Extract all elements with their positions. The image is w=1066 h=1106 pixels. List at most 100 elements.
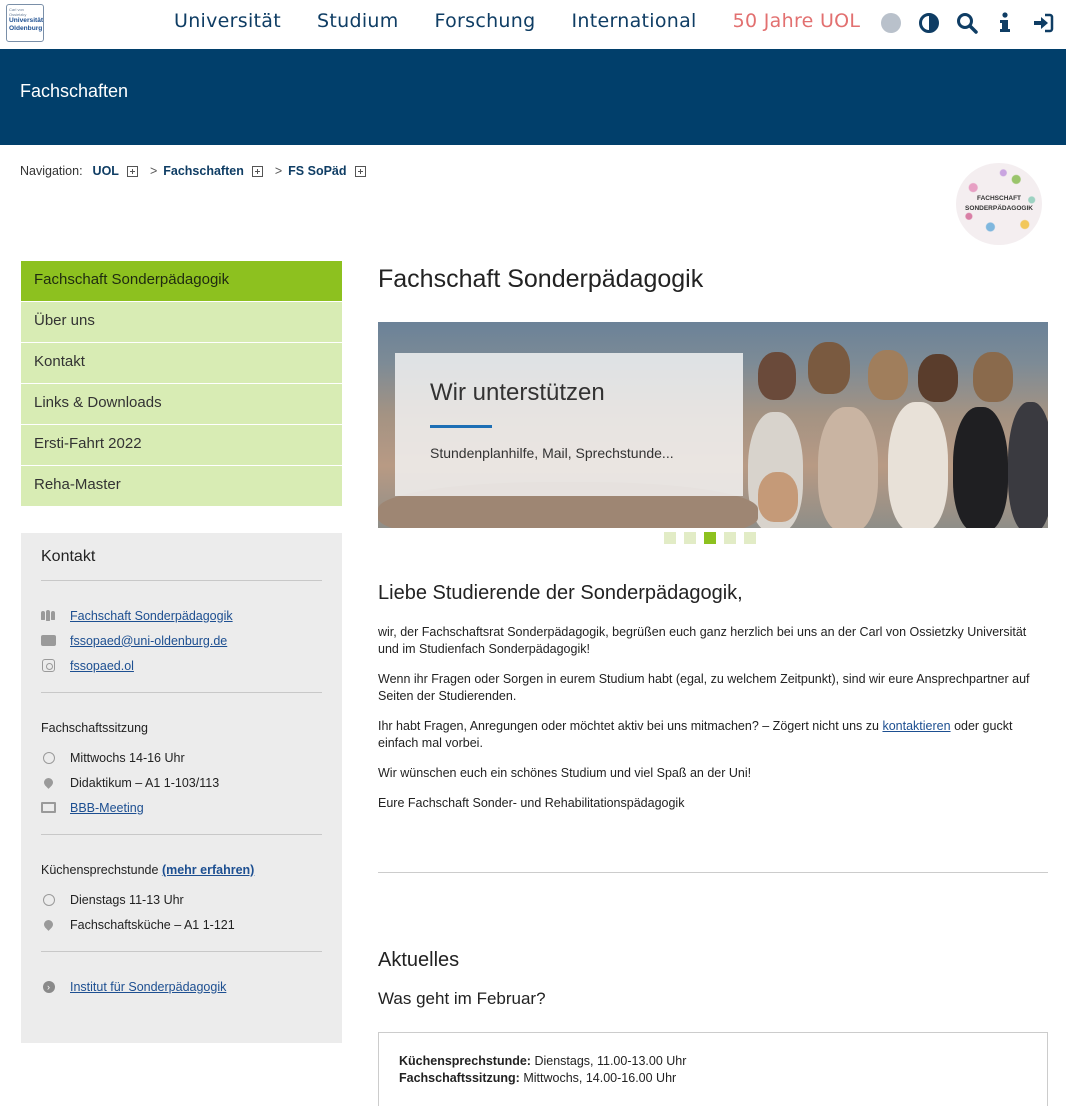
slider-dot[interactable] xyxy=(684,532,696,544)
slider-dot[interactable] xyxy=(724,532,736,544)
contact-box: Kontakt Fachschaft Sonderpädagogik fssop… xyxy=(21,533,342,1043)
slider-photo-shape xyxy=(868,350,908,400)
clock-icon xyxy=(41,751,56,764)
expand-icon[interactable] xyxy=(251,165,263,177)
intro-paragraph: wir, der Fachschaftsrat Sonderpädagogik,… xyxy=(378,625,1027,656)
slide-title: Wir unterstützen xyxy=(430,379,605,406)
sitzung-title: Fachschaftssitzung xyxy=(41,721,148,735)
divider xyxy=(41,580,322,581)
slider-photo-shape xyxy=(758,352,796,400)
nav-universitaet[interactable]: Universität xyxy=(174,10,281,32)
contact-row: fssopaed@uni-oldenburg.de xyxy=(41,628,322,653)
sidebar-item-ersti-fahrt[interactable]: Ersti-Fahrt 2022 xyxy=(21,425,342,465)
nav-studium[interactable]: Studium xyxy=(317,10,399,32)
slide-underline xyxy=(430,425,492,428)
divider xyxy=(41,692,322,693)
logo-line2: Universität xyxy=(9,17,44,24)
news-text: Mittwochs, 14.00-16.00 Uhr xyxy=(523,1071,677,1085)
slider-photo-shape xyxy=(1008,402,1048,528)
slide-subtitle: Stundenplanhilfe, Mail, Sprechstunde... xyxy=(430,445,674,461)
location-pin-icon xyxy=(41,776,56,789)
breadcrumb-fs-sopaed[interactable]: FS SoPäd xyxy=(288,164,346,178)
expand-icon[interactable] xyxy=(126,165,138,177)
mail-icon xyxy=(41,634,56,647)
breadcrumb-separator: > xyxy=(149,164,158,178)
divider xyxy=(41,834,322,835)
badge-line1: FACHSCHAFT xyxy=(976,195,1022,202)
bbb-meeting-link[interactable]: BBB-Meeting xyxy=(70,801,144,815)
nav-icons xyxy=(878,10,1066,36)
sidebar-menu: Fachschaft Sonderpädagogik Über uns Kont… xyxy=(21,261,342,507)
nav-forschung[interactable]: Forschung xyxy=(435,10,536,32)
contrast-icon[interactable] xyxy=(916,10,942,36)
contact-row: fssopaed.ol xyxy=(41,653,322,678)
news-label: Küchensprechstunde: xyxy=(399,1054,531,1068)
sidebar-item-kontakt[interactable]: Kontakt xyxy=(21,343,342,383)
slider-dot-active[interactable] xyxy=(704,532,716,544)
slider-photo-shape xyxy=(888,402,948,528)
globe-icon[interactable] xyxy=(878,10,904,36)
slider-photo-shape xyxy=(918,354,958,402)
mehr-erfahren-link[interactable]: (mehr erfahren) xyxy=(162,863,254,877)
contact-link-email[interactable]: fssopaed@uni-oldenburg.de xyxy=(70,634,227,648)
expand-icon[interactable] xyxy=(354,165,366,177)
main-menu: Universität Studium Forschung Internatio… xyxy=(174,10,896,32)
kueche-title: Küchensprechstunde (mehr erfahren) xyxy=(41,863,322,877)
news-subheading: Was geht im Februar? xyxy=(378,989,546,1008)
sidebar-item-links-downloads[interactable]: Links & Downloads xyxy=(21,384,342,424)
sitzung-row: Mittwochs 14-16 Uhr xyxy=(41,745,322,770)
sidebar-item-fachschaft[interactable]: Fachschaft Sonderpädagogik xyxy=(21,261,342,301)
sitzung-place: Didaktikum – A1 1-103/113 xyxy=(70,775,220,790)
institut-row: › Institut für Sonderpädagogik xyxy=(41,974,322,999)
p3-text-a: Ihr habt Fragen, Anregungen oder möchtet… xyxy=(378,719,879,733)
sidebar-item-reha-master[interactable]: Reha-Master xyxy=(21,466,342,506)
slider-photo-shape xyxy=(758,472,798,522)
nav-50-jahre[interactable]: 50 Jahre UOL xyxy=(733,10,861,32)
sitzung-time: Mittwochs 14-16 Uhr xyxy=(70,750,185,765)
breadcrumb: Navigation: UOL > Fachschaften > FS SoPä… xyxy=(20,164,372,178)
instagram-icon xyxy=(41,659,56,672)
contact-title: Kontakt xyxy=(41,548,96,565)
divider xyxy=(41,951,322,952)
news-line: Küchensprechstunde: Dienstags, 11.00-13.… xyxy=(399,1053,1027,1070)
breadcrumb-separator: > xyxy=(274,164,283,178)
login-icon[interactable] xyxy=(1030,10,1056,36)
slider-dot[interactable] xyxy=(744,532,756,544)
clock-icon xyxy=(41,893,56,906)
institut-link[interactable]: Institut für Sonderpädagogik xyxy=(70,980,226,994)
top-navigation: Carl von Ossietzky Universität Oldenburg… xyxy=(0,0,1066,49)
contact-link-instagram[interactable]: fssopaed.ol xyxy=(70,659,134,673)
breadcrumb-fachschaften[interactable]: Fachschaften xyxy=(163,164,244,178)
image-slider[interactable]: Wir unterstützen Stundenplanhilfe, Mail,… xyxy=(378,322,1048,528)
monitor-icon xyxy=(41,801,56,814)
fachschaft-logo-badge: FACHSCHAFT SONDERPÄDAGOGIK xyxy=(956,163,1042,245)
nav-international[interactable]: International xyxy=(571,10,696,32)
kueche-title-text: Küchensprechstunde xyxy=(41,863,159,877)
sidebar-item-ueber-uns[interactable]: Über uns xyxy=(21,302,342,342)
university-logo[interactable]: Carl von Ossietzky Universität Oldenburg xyxy=(6,4,44,42)
slider-dot[interactable] xyxy=(664,532,676,544)
section-title: Fachschaften xyxy=(20,81,129,101)
kueche-place: Fachschaftsküche – A1 1-121 xyxy=(70,917,235,932)
logo-line1: Carl von Ossietzky xyxy=(9,7,27,17)
news-box: Küchensprechstunde: Dienstags, 11.00-13.… xyxy=(378,1032,1048,1106)
arrow-circle-icon: › xyxy=(41,980,56,993)
slider-photo-shape xyxy=(808,342,850,394)
slider-pagination xyxy=(664,532,764,544)
kontaktieren-link[interactable]: kontaktieren xyxy=(882,719,950,733)
contact-link-fachschaft[interactable]: Fachschaft Sonderpädagogik xyxy=(70,609,233,623)
info-icon[interactable] xyxy=(992,10,1018,36)
divider xyxy=(378,872,1048,873)
breadcrumb-uol[interactable]: UOL xyxy=(93,164,119,178)
search-icon[interactable] xyxy=(954,10,980,36)
location-pin-icon xyxy=(41,918,56,931)
badge-line2: SONDERPÄDAGOGIK xyxy=(965,205,1033,212)
breadcrumb-label: Navigation: xyxy=(20,164,83,178)
contact-row: Fachschaft Sonderpädagogik xyxy=(41,603,322,628)
intro-paragraph: Ihr habt Fragen, Anregungen oder möchtet… xyxy=(378,718,1038,752)
kueche-row: Dienstags 11-13 Uhr xyxy=(41,887,322,912)
slider-photo-shape xyxy=(973,352,1013,402)
sitzung-row: Didaktikum – A1 1-103/113 xyxy=(41,770,322,795)
intro-paragraph: Eure Fachschaft Sonder- und Rehabilitati… xyxy=(378,796,685,810)
section-banner: Fachschaften xyxy=(0,49,1066,145)
